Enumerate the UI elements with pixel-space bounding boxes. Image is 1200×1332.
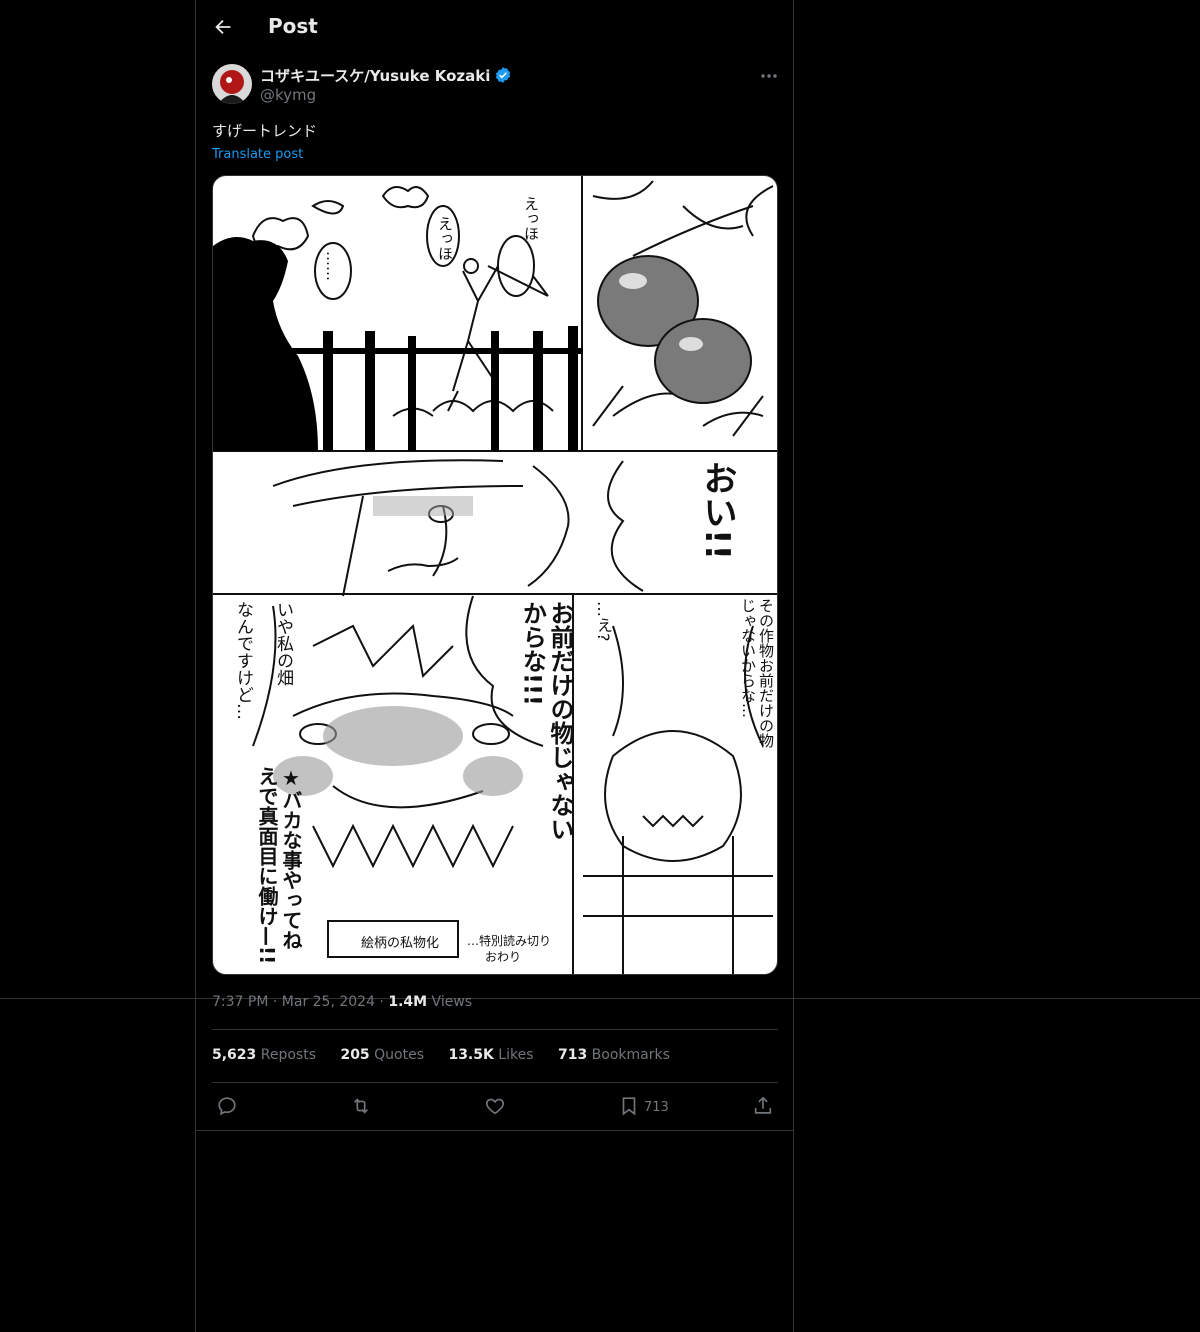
comic-p1-text: えっほ [522, 196, 540, 241]
comic-p4-text: なんですけど… [233, 601, 253, 720]
bookmark-count: 713 [644, 1100, 669, 1115]
comic-p4-text: いや私の畑 [273, 601, 293, 686]
bookmarks-stat[interactable]: 713 Bookmarks [558, 1047, 670, 1063]
comic-p4-end: …特別読み切り [467, 934, 552, 948]
divider [212, 1029, 778, 1030]
author-handle[interactable]: @kymg [260, 86, 316, 104]
post-image[interactable]: えっほ えっほ …… おい!! いや私の畑 なんですけど… お前だけの物じゃない… [212, 175, 778, 975]
post-time[interactable]: 7:37 PM [212, 994, 268, 1010]
comic-p4-text: ★バカな事やってねえで真面目に働け—!! [255, 766, 303, 965]
back-arrow-icon[interactable] [212, 16, 234, 38]
translate-link[interactable]: Translate post [212, 147, 303, 162]
comic-p3-shout: おい!! [697, 461, 737, 561]
share-icon[interactable] [752, 1095, 774, 1117]
comic-p1-text: …… [323, 251, 341, 281]
comic-p5-text: その作物お前だけの物じゃないからな… [739, 598, 775, 748]
views-label: Views [431, 994, 473, 1010]
comic-p4-tag: 絵柄の私物化 [361, 936, 440, 951]
post-stats: 5,623 Reposts 205 Quotes 13.5K Likes 713… [212, 1047, 690, 1063]
top-bar: Post [196, 0, 793, 54]
reply-icon[interactable] [216, 1095, 238, 1117]
avatar[interactable] [212, 64, 252, 104]
verified-badge-icon [494, 66, 512, 84]
comic-p1-text: えっほ [436, 216, 454, 261]
quotes-stat[interactable]: 205 Quotes [340, 1047, 424, 1063]
reposts-stat[interactable]: 5,623 Reposts [212, 1047, 316, 1063]
comic-p4-text: お前だけの物じゃないからな!!! [518, 601, 574, 841]
views-count: 1.4M [388, 994, 428, 1010]
author-name[interactable]: コザキユースケ/Yusuke Kozaki [260, 65, 512, 86]
post-meta: 7:37 PM · Mar 25, 2024 · 1.4M Views [212, 994, 473, 1010]
bookmark-icon[interactable] [618, 1095, 640, 1117]
divider [212, 1082, 778, 1083]
divider [196, 1130, 793, 1131]
more-icon[interactable] [759, 66, 779, 86]
comic-p5-text: …え? [594, 601, 613, 642]
likes-stat[interactable]: 13.5K Likes [448, 1047, 533, 1063]
repost-icon[interactable] [350, 1095, 372, 1117]
like-icon[interactable] [484, 1095, 506, 1117]
comic-p4-end: おわり [485, 950, 522, 964]
comic-text: えっほ えっほ …… おい!! いや私の畑 なんですけど… お前だけの物じゃない… [213, 176, 777, 974]
page-title: Post [268, 14, 318, 38]
post-date[interactable]: Mar 25, 2024 [282, 994, 375, 1010]
post-text: すげートレンド [212, 122, 318, 140]
main-column: Post コザキユースケ/Yusuke Kozaki @kymg すげートレンド… [195, 0, 794, 1332]
